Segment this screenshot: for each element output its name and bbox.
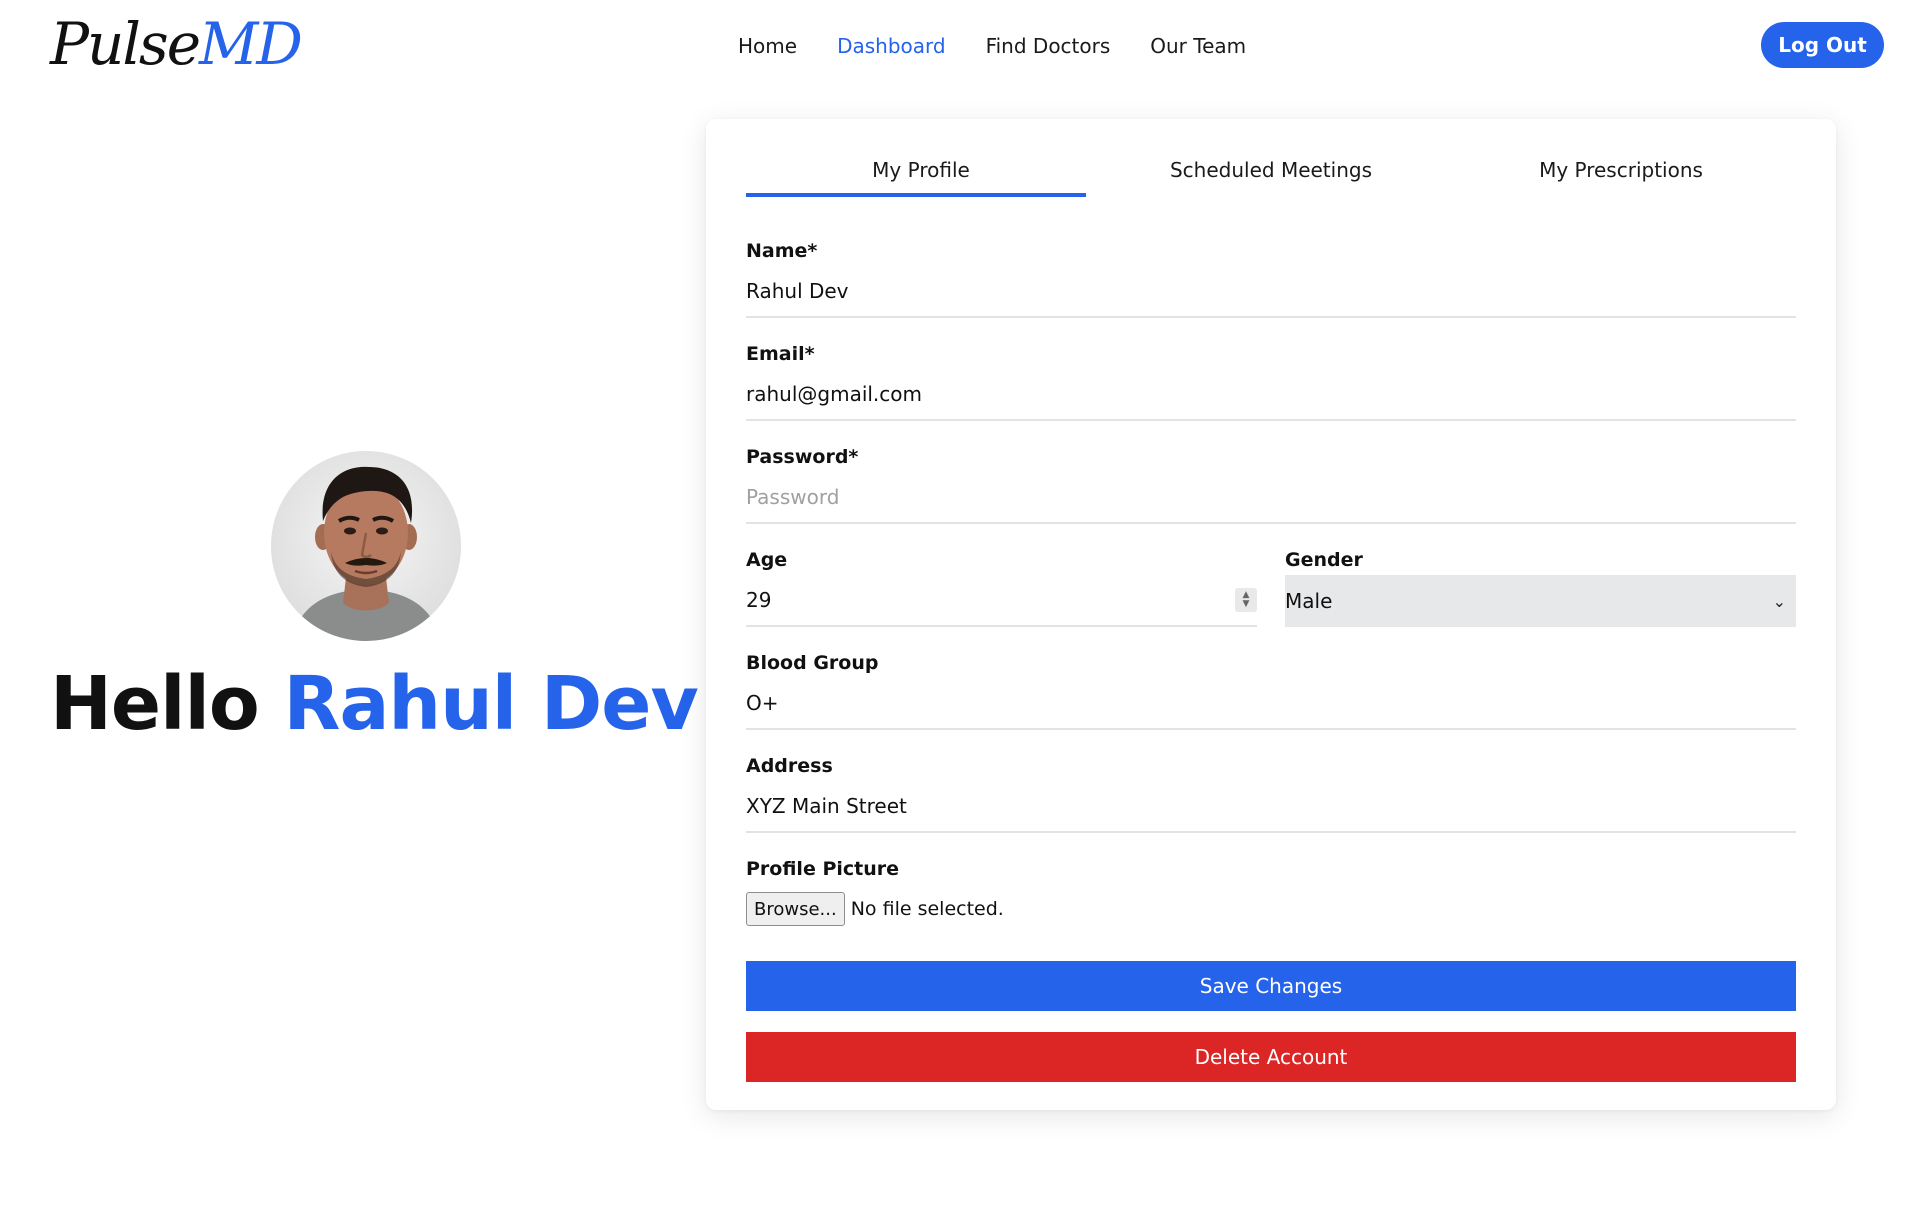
avatar-portrait-icon: [271, 451, 461, 641]
nav-home[interactable]: Home: [738, 34, 797, 58]
file-input: Browse... No file selected.: [746, 884, 1796, 934]
name-field-group: Name* Rahul Dev: [746, 236, 1796, 318]
age-input[interactable]: 29 ▲ ▼: [746, 575, 1257, 627]
profile-picture-label: Profile Picture: [746, 858, 900, 880]
nav-find-doctors[interactable]: Find Doctors: [986, 34, 1111, 58]
email-input[interactable]: rahul@gmail.com: [746, 369, 1796, 421]
file-status: No file selected.: [850, 898, 1004, 920]
age-stepper-icon[interactable]: ▲ ▼: [1235, 588, 1257, 612]
gender-select[interactable]: Male ⌄: [1285, 575, 1796, 627]
profile-avatar: [271, 451, 461, 641]
main-nav: Home Dashboard Find Doctors Our Team: [738, 28, 1246, 64]
tab-scheduled-meetings[interactable]: Scheduled Meetings: [1096, 147, 1446, 197]
gender-label: Gender: [1285, 549, 1363, 571]
password-input[interactable]: Password: [746, 472, 1796, 524]
delete-account-button[interactable]: Delete Account: [746, 1032, 1796, 1082]
top-navbar: PulseMD Home Dashboard Find Doctors Our …: [0, 0, 1920, 92]
gender-value: Male: [1285, 589, 1333, 613]
password-field-group: Password* Password: [746, 442, 1796, 524]
save-changes-button[interactable]: Save Changes: [746, 961, 1796, 1011]
nav-our-team[interactable]: Our Team: [1150, 34, 1246, 58]
name-label: Name*: [746, 240, 818, 262]
age-label: Age: [746, 549, 788, 571]
address-field-group: Address XYZ Main Street: [746, 751, 1796, 833]
blood-group-input[interactable]: O+: [746, 678, 1796, 730]
password-label: Password*: [746, 446, 859, 468]
logout-button[interactable]: Log Out: [1761, 22, 1884, 68]
greeting-hello: Hello: [50, 661, 260, 747]
age-field-group: Age 29 ▲ ▼: [746, 545, 1257, 627]
gender-field-group: Gender Male ⌄: [1285, 545, 1796, 627]
nav-dashboard[interactable]: Dashboard: [837, 34, 946, 58]
blood-group-label: Blood Group: [746, 652, 879, 674]
brand-logo-part2: MD: [199, 10, 303, 78]
email-field-group: Email* rahul@gmail.com: [746, 339, 1796, 421]
tab-my-profile[interactable]: My Profile: [746, 147, 1096, 197]
browse-button[interactable]: Browse...: [746, 892, 845, 926]
name-input[interactable]: Rahul Dev: [746, 266, 1796, 318]
greeting-user-name: Rahul Dev!: [283, 661, 731, 747]
profile-tabs: My Profile Scheduled Meetings My Prescri…: [746, 147, 1796, 197]
brand-logo[interactable]: PulseMD: [50, 8, 303, 80]
chevron-down-icon: ⌄: [1772, 591, 1786, 611]
address-label: Address: [746, 755, 833, 777]
email-label: Email*: [746, 343, 815, 365]
greeting-heading: Hello Rahul Dev!: [50, 654, 731, 754]
blood-group-field-group: Blood Group O+: [746, 648, 1796, 730]
profile-card: My Profile Scheduled Meetings My Prescri…: [706, 119, 1836, 1110]
tab-my-prescriptions[interactable]: My Prescriptions: [1446, 147, 1796, 197]
age-value: 29: [746, 588, 772, 612]
address-input[interactable]: XYZ Main Street: [746, 781, 1796, 833]
brand-logo-part1: Pulse: [50, 10, 201, 78]
profile-picture-field-group: Profile Picture Browse... No file select…: [746, 854, 1796, 934]
